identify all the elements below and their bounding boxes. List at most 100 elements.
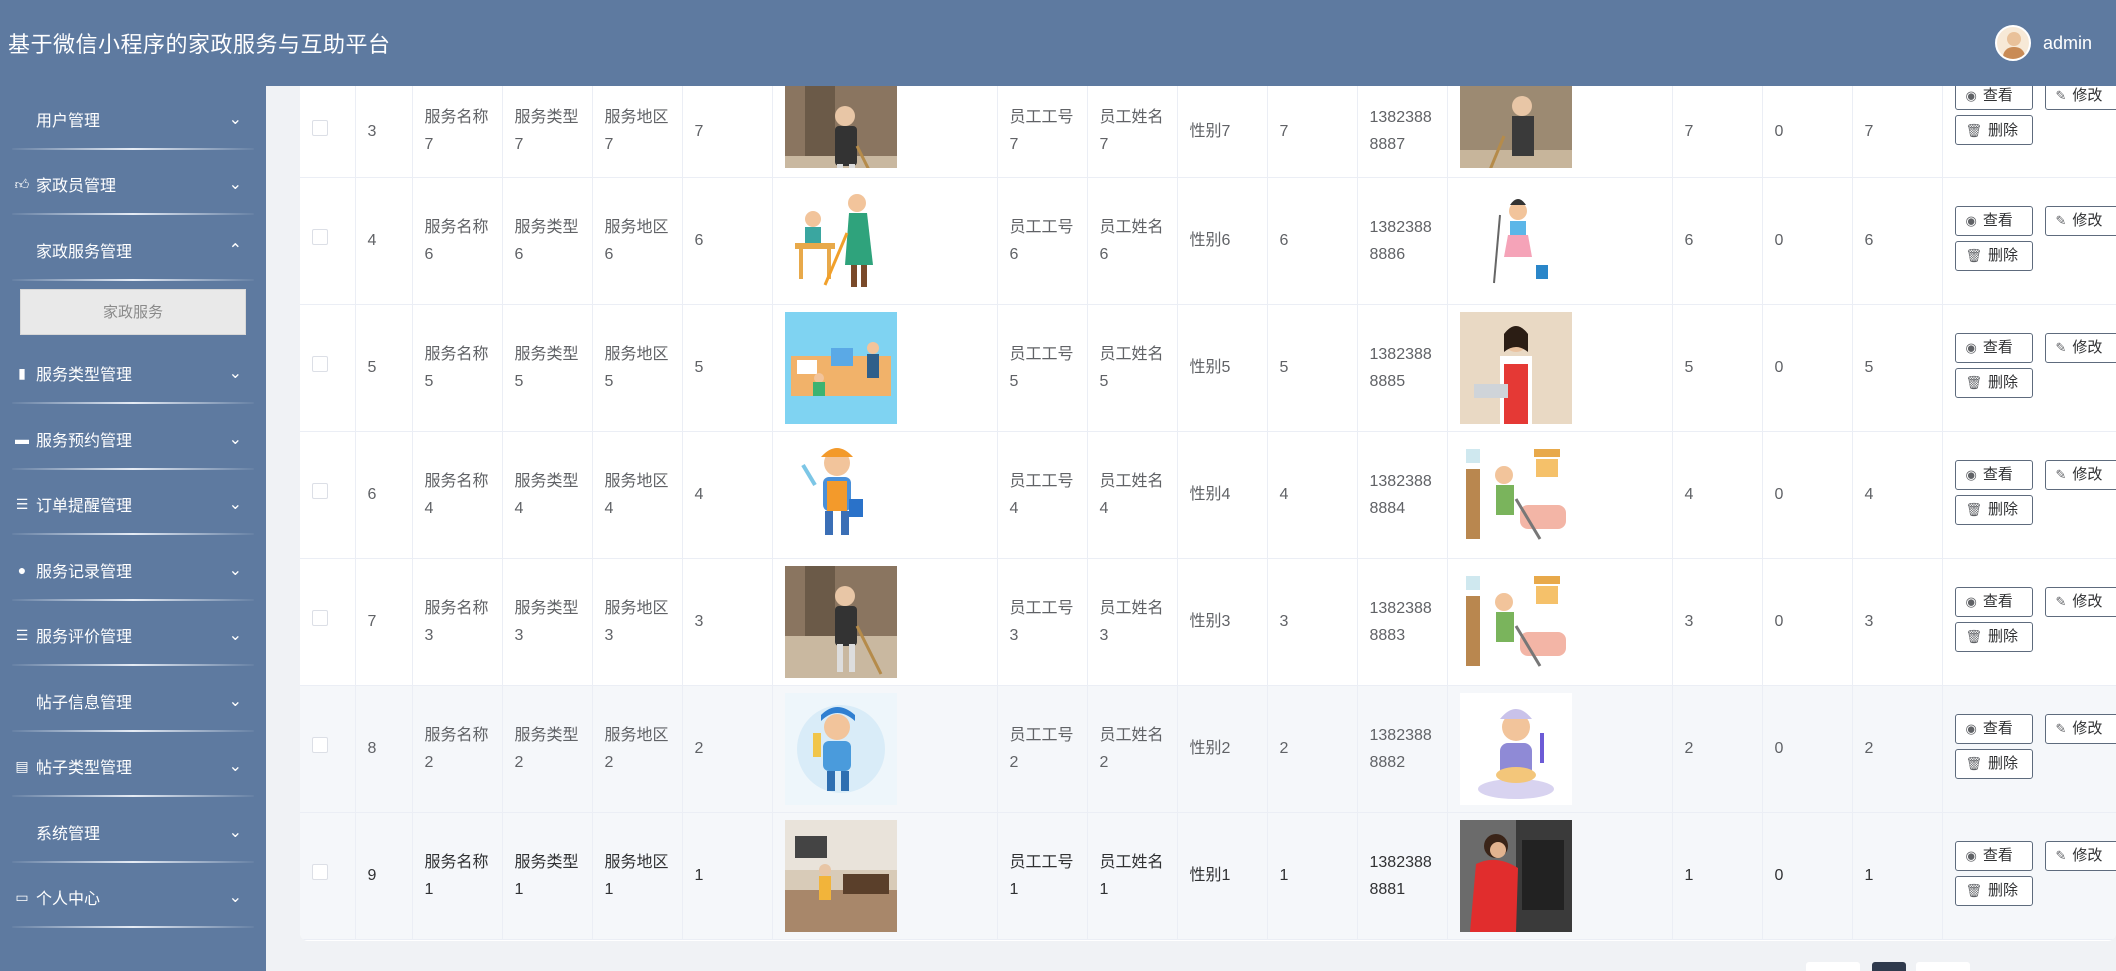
edit-button[interactable]: ✎ 修改 — [2044, 586, 2116, 617]
row-checkbox-cell — [300, 685, 356, 813]
sidebar-item-order-reminder-management[interactable]: ☰ 订单提醒管理 ⌄ — [0, 472, 266, 538]
row-checkbox[interactable] — [312, 119, 328, 136]
delete-button[interactable]: 🗑︎ 删除 — [1954, 367, 2033, 398]
employee-name-cell: 员工姓名4 — [1087, 431, 1178, 559]
delete-button[interactable]: 🗑︎ 删除 — [1954, 240, 2033, 271]
service-type-cell: 服务类型5 — [502, 304, 593, 432]
sidebar-item-service-booking-management[interactable]: ▬ 服务预约管理 ⌄ — [0, 406, 266, 472]
sidebar-item-label: 服务预约管理 — [36, 432, 133, 450]
employee-no-cell: 员工工号7 — [997, 86, 1088, 178]
employee-photo-cell — [1447, 304, 1673, 432]
submenu-item-housekeeping-service[interactable]: 家政服务 — [20, 288, 246, 335]
avatar[interactable] — [1994, 25, 2031, 61]
sidebar-item-label: 系统管理 — [36, 825, 101, 843]
table-row[interactable]: 5 服务名称5 服务类型5 服务地区5 5 员工工号5 员工姓名5 性别5 5 138238888… — [300, 304, 2116, 432]
sidebar-item-housekeeper-management[interactable]: 👍︎ 家政员管理 ⌄ — [0, 152, 266, 218]
delete-button[interactable]: 🗑︎ 删除 — [1954, 875, 2033, 906]
edit-icon: ✎ — [2055, 848, 2067, 863]
sidebar-item-service-type-management[interactable]: ▮ 服务类型管理 ⌄ — [0, 341, 266, 407]
employee-photo-cell — [1447, 685, 1673, 813]
count-cell: 6 — [1672, 177, 1763, 305]
sidebar-item-housekeeping-service-management[interactable]: 家政服务管理 ⌃ — [0, 217, 266, 283]
row-checkbox[interactable] — [312, 610, 328, 626]
row-checkbox[interactable] — [312, 483, 328, 499]
chevron-down-icon: ⌄ — [228, 110, 242, 128]
edit-button[interactable]: ✎ 修改 — [2044, 713, 2116, 744]
trash-icon: 🗑︎ — [1965, 883, 1983, 898]
row-checkbox[interactable] — [312, 737, 328, 753]
edit-button[interactable]: ✎ 修改 — [2044, 840, 2116, 871]
pagination-next[interactable] — [1916, 962, 1970, 971]
table-row[interactable]: 8 服务名称2 服务类型2 服务地区2 2 员工工号2 员工姓名2 性别2 2 138238888… — [300, 685, 2116, 813]
service-type-cell: 服务类型6 — [502, 177, 593, 305]
gender-cell: 性别5 — [1177, 304, 1268, 432]
count-cell: 5 — [1672, 304, 1763, 432]
count-cell: 7 — [1672, 86, 1763, 178]
sidebar-item-service-review-management[interactable]: ☰ 服务评价管理 ⌄ — [0, 603, 266, 669]
edit-icon: ✎ — [2055, 213, 2067, 228]
view-button[interactable]: ◉ 查看 — [1954, 713, 2033, 744]
table-row[interactable]: 9 服务名称1 服务类型1 服务地区1 1 员工工号1 员工姓名1 性别1 1 138238888… — [300, 812, 2116, 940]
employee-name-cell: 员工姓名6 — [1087, 177, 1178, 305]
age-cell: 4 — [1267, 431, 1358, 559]
sidebar-item-label: 订单提醒管理 — [36, 498, 133, 516]
eye-icon: ◉ — [1965, 721, 1977, 736]
row-checkbox-cell — [300, 558, 356, 686]
table-row[interactable]: 7 服务名称3 服务类型3 服务地区3 3 员工工号3 员工姓名3 性别3 3 138238888… — [300, 558, 2116, 686]
row-checkbox[interactable] — [312, 229, 328, 245]
edit-button[interactable]: ✎ 修改 — [2044, 459, 2116, 490]
view-button[interactable]: ◉ 查看 — [1954, 586, 2033, 617]
price-cell: 1 — [682, 812, 773, 940]
eye-icon: ◉ — [1965, 848, 1977, 863]
view-button[interactable]: ◉ 查看 — [1954, 840, 2033, 871]
table-row[interactable]: 3 服务名称7 服务类型7 服务地区7 7 员工工号7 员工姓名7 性别7 7 138238888… — [300, 86, 2116, 178]
delete-button[interactable]: 🗑︎ 删除 — [1954, 115, 2033, 145]
table-row[interactable]: 4 服务名称6 服务类型6 服务地区6 6 员工工号6 员工姓名6 性别6 6 138238888… — [300, 177, 2116, 305]
service-name-cell: 服务名称3 — [412, 558, 503, 686]
count-cell: 2 — [1852, 685, 1943, 813]
row-checkbox[interactable] — [312, 864, 328, 880]
edit-button[interactable]: ✎ 修改 — [2044, 332, 2116, 363]
service-area-cell: 服务地区1 — [592, 812, 683, 940]
edit-button[interactable]: ✎ 修改 — [2044, 86, 2116, 110]
row-checkbox-cell — [300, 431, 356, 559]
pagination-prev[interactable] — [1806, 962, 1860, 971]
edit-icon: ✎ — [2055, 594, 2067, 609]
employee-no-cell: 员工工号4 — [997, 431, 1088, 559]
delete-button[interactable]: 🗑︎ 删除 — [1954, 621, 2033, 652]
list-icon: ☰ — [15, 626, 29, 643]
employee-no-cell: 员工工号5 — [997, 304, 1088, 432]
row-checkbox[interactable] — [312, 356, 328, 372]
view-button[interactable]: ◉ 查看 — [1954, 459, 2033, 490]
sidebar-item-service-record-management[interactable]: ● 服务记录管理 ⌄ — [0, 537, 266, 603]
view-button[interactable]: ◉ 查看 — [1954, 86, 2033, 110]
service-image-cell — [772, 685, 998, 813]
chevron-down-icon: ⌄ — [228, 496, 242, 514]
sidebar-item-personal-center[interactable]: ▭ 个人中心 ⌄ — [0, 865, 266, 931]
sidebar-item-post-info-management[interactable]: 帖子信息管理 ⌄ — [0, 668, 266, 734]
pagination-current-page[interactable] — [1872, 962, 1906, 971]
briefcase-icon: ▬ — [15, 430, 29, 447]
sidebar-item-post-type-management[interactable]: ▤ 帖子类型管理 ⌄ — [0, 734, 266, 800]
username[interactable]: admin — [2043, 33, 2092, 54]
row-checkbox-cell — [300, 86, 356, 178]
edit-button[interactable]: ✎ 修改 — [2044, 205, 2116, 236]
service-type-cell: 服务类型3 — [502, 558, 593, 686]
card-icon: ▭ — [15, 888, 29, 905]
count-cell: 5 — [1852, 304, 1943, 432]
price-cell: 6 — [682, 177, 773, 305]
index-cell: 8 — [355, 685, 413, 813]
delete-button[interactable]: 🗑︎ 删除 — [1954, 748, 2033, 779]
employee-name-cell: 员工姓名3 — [1087, 558, 1178, 686]
table-row[interactable]: 6 服务名称4 服务类型4 服务地区4 4 员工工号4 员工姓名4 性别4 4 138238888… — [300, 431, 2116, 559]
user-menu[interactable]: admin — [1994, 25, 2092, 61]
sidebar-item-label: 用户管理 — [36, 112, 101, 130]
delete-button[interactable]: 🗑︎ 删除 — [1954, 494, 2033, 525]
view-button[interactable]: ◉ 查看 — [1954, 332, 2033, 363]
sidebar-item-system-management[interactable]: 系统管理 ⌄ — [0, 799, 266, 865]
service-type-cell: 服务类型4 — [502, 431, 593, 559]
sidebar-item-user-management[interactable]: 用户管理 ⌄ — [0, 86, 266, 152]
chevron-down-icon: ⌄ — [228, 758, 242, 776]
view-button[interactable]: ◉ 查看 — [1954, 205, 2033, 236]
trash-icon: 🗑︎ — [1965, 122, 1983, 138]
